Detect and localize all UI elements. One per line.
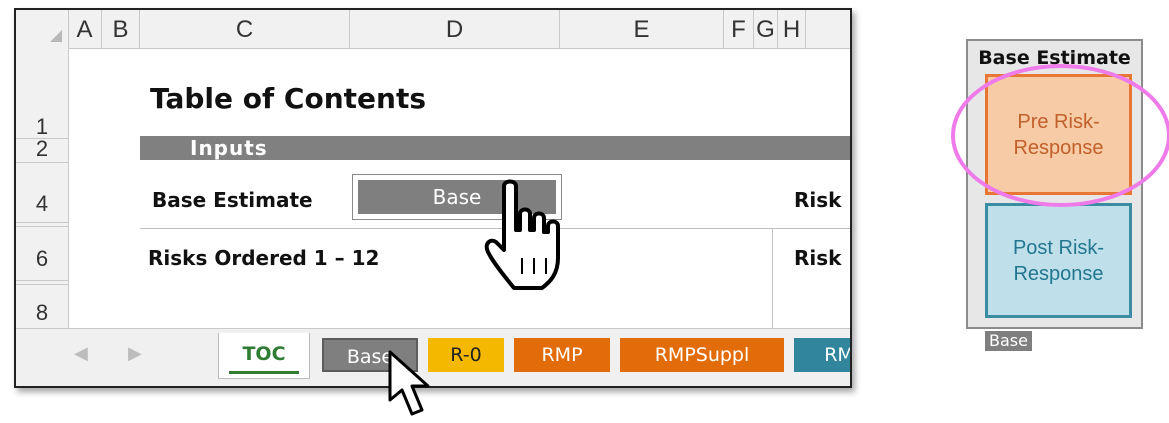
post-risk-response-box: Post Risk- Response <box>985 203 1132 318</box>
column-b-header[interactable]: B <box>102 10 140 48</box>
row-6-header[interactable]: 6 <box>16 246 68 272</box>
column-f-header[interactable]: F <box>724 10 754 48</box>
column-g-header[interactable]: G <box>754 10 778 48</box>
page-title: Table of Contents <box>150 82 427 115</box>
column-divider <box>772 228 773 328</box>
row-4-header[interactable]: 4 <box>16 191 68 217</box>
base-estimate-label: Base Estimate <box>152 188 313 212</box>
tab-toc[interactable]: TOC <box>218 333 310 379</box>
arrow-cursor-icon <box>388 350 430 416</box>
tab-r-0[interactable]: R-0 <box>428 338 504 372</box>
excel-window: A B C D E F G H 1 2 4 6 8 Table of Conte… <box>14 8 852 388</box>
select-all-corner[interactable] <box>16 10 69 48</box>
scroll-right-icon[interactable]: ▶ <box>128 343 142 364</box>
highlight-ellipse <box>951 64 1169 207</box>
tab-rmpsuppl[interactable]: RMPSuppl <box>620 338 784 372</box>
column-header-bar: A B C D E F G H <box>16 10 850 49</box>
hand-pointer-icon <box>484 179 560 290</box>
column-e-header[interactable]: E <box>560 10 724 48</box>
risk-label-row6: Risk <box>794 246 842 270</box>
tab-rmp[interactable]: RMP <box>514 338 610 372</box>
inputs-section-label: Inputs <box>190 136 268 160</box>
base-tag-label: Base <box>985 331 1032 351</box>
column-c-header[interactable]: C <box>140 10 350 48</box>
tab-rm[interactable]: RM <box>794 338 850 372</box>
row-header-bar: 1 2 4 6 8 <box>16 48 69 328</box>
column-a-header[interactable]: A <box>68 10 102 48</box>
row-8-header[interactable]: 8 <box>16 300 68 326</box>
column-d-header[interactable]: D <box>350 10 560 48</box>
post-risk-response-text: Post Risk- Response <box>1012 236 1105 285</box>
column-h-header[interactable]: H <box>778 10 806 48</box>
risks-ordered-label: Risks Ordered 1 – 12 <box>148 246 380 270</box>
scroll-left-icon[interactable]: ◀ <box>74 343 88 364</box>
risk-label-row4: Risk <box>794 188 842 212</box>
row-2-header[interactable]: 2 <box>16 136 68 162</box>
